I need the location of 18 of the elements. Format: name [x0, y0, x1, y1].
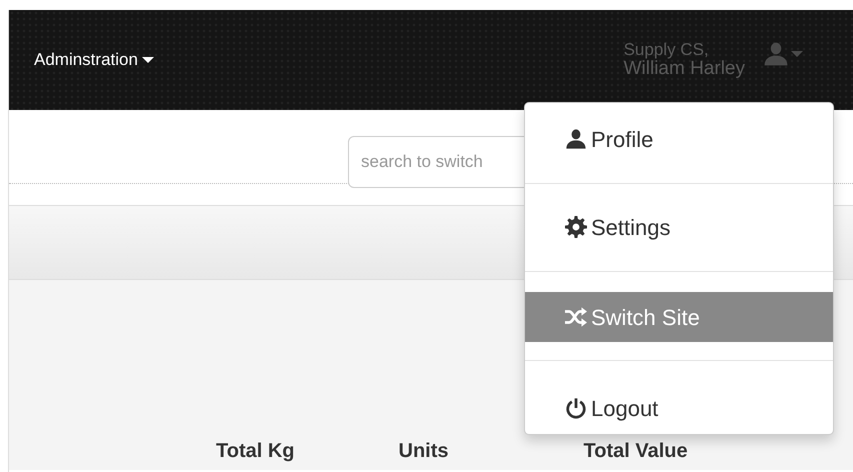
column-header: Total Value — [584, 439, 688, 464]
power-icon — [565, 397, 587, 419]
menu-item[interactable]: Profile — [525, 117, 833, 161]
column-header: Total Kg — [216, 439, 295, 464]
caret-icon — [791, 50, 803, 58]
person-icon — [763, 41, 789, 68]
settings-icon — [565, 216, 587, 238]
administration-menu[interactable]: Adminstration — [34, 47, 154, 73]
person-icon — [565, 128, 587, 150]
menu-item[interactable]: Logout — [525, 386, 833, 430]
user-menu-button[interactable] — [763, 41, 803, 68]
menu-item[interactable]: Settings — [525, 205, 833, 249]
menu-item[interactable]: Switch Site — [525, 292, 833, 342]
user-name: William Harley — [624, 58, 745, 79]
column-header: Units — [398, 439, 449, 464]
user-site: Supply CS, — [624, 41, 710, 59]
shuffle-icon — [565, 306, 587, 328]
caret-icon — [142, 56, 154, 64]
